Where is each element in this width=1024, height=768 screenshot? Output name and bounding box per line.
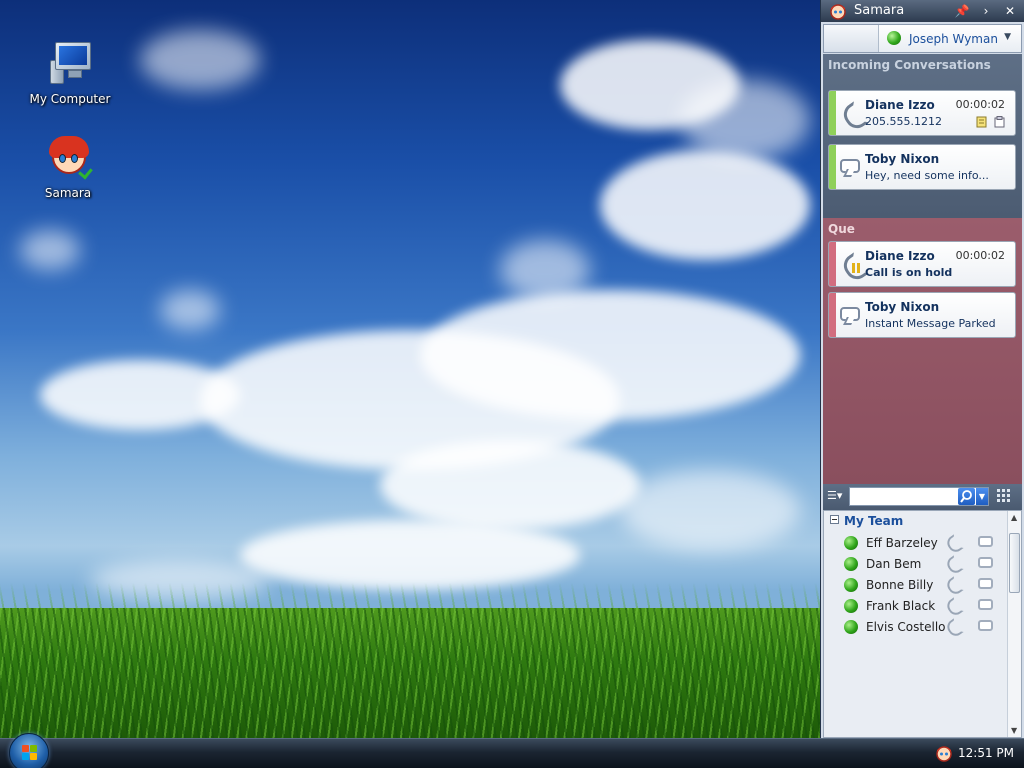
chevron-right-icon[interactable]: › bbox=[977, 2, 995, 20]
phone-icon[interactable] bbox=[946, 556, 960, 572]
status-online-icon bbox=[844, 536, 858, 550]
message-preview: Hey, need some info... bbox=[865, 169, 989, 182]
chat-bubble-icon bbox=[840, 157, 862, 179]
collapse-icon[interactable] bbox=[830, 515, 839, 524]
chat-bubble-icon[interactable] bbox=[978, 536, 993, 547]
desktop-icon-label: Samara bbox=[44, 186, 92, 200]
contact-item[interactable]: Elvis Costello bbox=[844, 617, 1002, 637]
status-online-icon bbox=[844, 578, 858, 592]
desktop-icon-my-computer[interactable]: My Computer bbox=[28, 40, 112, 106]
queue-section: Que Diane Izzo Call is on hold 00:00:02 … bbox=[823, 218, 1022, 484]
queued-call-card[interactable]: Diane Izzo Call is on hold 00:00:02 bbox=[828, 241, 1016, 287]
samara-avatar-icon bbox=[830, 4, 846, 20]
title-bar: Samara 📌 › ✕ bbox=[821, 0, 1024, 22]
taskbar: 12:51 PM bbox=[0, 733, 1024, 768]
scroll-up-icon[interactable]: ▲ bbox=[1011, 513, 1017, 522]
contact-name: Elvis Costello bbox=[866, 620, 946, 634]
phone-icon[interactable] bbox=[946, 577, 960, 593]
samara-tray-icon[interactable] bbox=[935, 744, 953, 762]
call-timer: 00:00:02 bbox=[955, 249, 1005, 262]
phone-icon bbox=[840, 103, 862, 125]
user-status-bar[interactable]: Joseph Wyman ▼ bbox=[823, 24, 1022, 53]
chat-bubble-icon bbox=[840, 305, 862, 327]
caller-number: 205.555.1212 bbox=[865, 115, 942, 128]
contact-item[interactable]: Bonne Billy bbox=[844, 575, 1002, 595]
search-icon[interactable] bbox=[958, 488, 975, 505]
call-timer: 00:00:02 bbox=[955, 98, 1005, 111]
phone-hold-icon bbox=[840, 254, 862, 276]
chat-bubble-icon[interactable] bbox=[978, 578, 993, 589]
start-button[interactable] bbox=[9, 733, 49, 768]
computer-icon bbox=[46, 40, 94, 88]
menu-segment[interactable] bbox=[824, 25, 879, 52]
incoming-chat-card[interactable]: Toby Nixon Hey, need some info... bbox=[828, 144, 1016, 190]
app-title: Samara bbox=[854, 3, 905, 18]
system-clock[interactable]: 12:51 PM bbox=[958, 746, 1014, 760]
status-online-icon bbox=[887, 31, 901, 45]
chevron-down-icon[interactable]: ▼ bbox=[976, 488, 988, 505]
windows-logo-icon bbox=[22, 745, 38, 761]
caller-name: Diane Izzo bbox=[865, 98, 935, 112]
contact-name: Frank Black bbox=[866, 599, 936, 613]
contact-item[interactable]: Dan Bem bbox=[844, 554, 1002, 574]
group-header-my-team[interactable]: My Team bbox=[830, 514, 903, 528]
dialpad-icon[interactable] bbox=[997, 489, 1011, 503]
list-view-icon[interactable]: ☰▾ bbox=[827, 489, 847, 505]
current-user-name: Joseph Wyman bbox=[909, 32, 998, 46]
parked-chat-card[interactable]: Toby Nixon Instant Message Parked bbox=[828, 292, 1016, 338]
scroll-thumb[interactable] bbox=[1009, 533, 1020, 593]
status-online-icon bbox=[844, 599, 858, 613]
contact-name: Dan Bem bbox=[866, 557, 922, 571]
phone-icon[interactable] bbox=[946, 619, 960, 635]
notes-icon[interactable] bbox=[976, 116, 987, 128]
chat-bubble-icon[interactable] bbox=[978, 557, 993, 568]
caller-name: Diane Izzo bbox=[865, 249, 935, 263]
clipboard-icon[interactable] bbox=[994, 116, 1005, 128]
chat-bubble-icon[interactable] bbox=[978, 620, 993, 631]
call-status: Call is on hold bbox=[865, 266, 953, 279]
contact-name: Bonne Billy bbox=[866, 578, 934, 592]
samara-panel: Samara 📌 › ✕ Joseph Wyman ▼ Incoming Con… bbox=[820, 0, 1024, 738]
contact-item[interactable]: Frank Black bbox=[844, 596, 1002, 616]
chat-status: Instant Message Parked bbox=[865, 317, 996, 330]
contacts-scrollbar[interactable]: ▲ ▼ bbox=[1007, 511, 1021, 737]
samara-avatar-icon bbox=[44, 134, 93, 182]
status-online-icon bbox=[844, 557, 858, 571]
sender-name: Toby Nixon bbox=[865, 152, 940, 166]
contact-name: Eff Barzeley bbox=[866, 536, 938, 550]
contacts-toolbar: ☰▾ ▼ bbox=[823, 484, 1022, 510]
incoming-call-card[interactable]: Diane Izzo 205.555.1212 00:00:02 bbox=[828, 90, 1016, 136]
phone-icon[interactable] bbox=[946, 535, 960, 551]
phone-icon[interactable] bbox=[946, 598, 960, 614]
sender-name: Toby Nixon bbox=[865, 300, 940, 314]
group-label: My Team bbox=[844, 514, 904, 528]
status-online-icon bbox=[844, 620, 858, 634]
chevron-down-icon[interactable]: ▼ bbox=[1004, 32, 1011, 42]
contact-item[interactable]: Eff Barzeley bbox=[844, 533, 1002, 553]
pin-icon[interactable]: 📌 bbox=[953, 2, 971, 20]
section-heading: Incoming Conversations bbox=[828, 58, 991, 72]
close-icon[interactable]: ✕ bbox=[1001, 2, 1019, 20]
desktop-icon-samara[interactable]: Samara bbox=[26, 134, 110, 200]
contacts-list: My Team Eff Barzeley Dan Bem Bonne Billy… bbox=[823, 510, 1022, 738]
scroll-down-icon[interactable]: ▼ bbox=[1011, 726, 1017, 735]
chat-bubble-icon[interactable] bbox=[978, 599, 993, 610]
desktop-icon-label: My Computer bbox=[29, 92, 111, 106]
section-heading: Que bbox=[828, 222, 855, 236]
incoming-conversations-section: Incoming Conversations Diane Izzo 205.55… bbox=[823, 54, 1022, 218]
